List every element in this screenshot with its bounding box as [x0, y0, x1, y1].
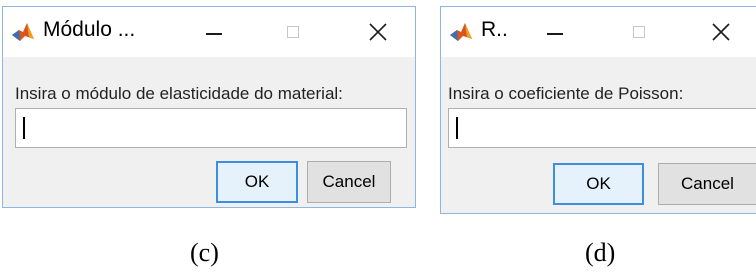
text-caret — [456, 117, 458, 139]
minimize-icon[interactable] — [541, 7, 571, 57]
title-bar[interactable]: R.. — [441, 7, 756, 57]
close-icon[interactable] — [368, 7, 388, 57]
cancel-button[interactable]: Cancel — [307, 161, 391, 203]
figure-caption-d: (d) — [585, 238, 616, 267]
matlab-icon — [11, 20, 35, 44]
window-title: R.. — [481, 18, 508, 41]
prompt-label: Insira o coeficiente de Poisson: — [448, 84, 684, 103]
ok-button[interactable]: OK — [553, 163, 644, 205]
title-bar[interactable]: Módulo ... — [3, 7, 415, 57]
text-caret — [23, 117, 25, 139]
input-dialog-poisson-ratio: R.. Insira o coeficiente de Poisson: OK … — [440, 6, 756, 214]
maximize-icon[interactable] — [283, 7, 303, 57]
maximize-icon[interactable] — [629, 7, 649, 57]
minimize-icon[interactable] — [199, 7, 229, 57]
poisson-input[interactable] — [448, 108, 756, 148]
modulus-input[interactable] — [15, 108, 407, 148]
window-title: Módulo ... — [43, 18, 136, 41]
matlab-icon — [449, 20, 473, 44]
prompt-label: Insira o módulo de elasticidade do mater… — [15, 84, 343, 103]
ok-button[interactable]: OK — [216, 161, 298, 203]
figure-caption-c: (c) — [190, 238, 219, 267]
cancel-button[interactable]: Cancel — [658, 163, 756, 205]
close-icon[interactable] — [711, 7, 731, 57]
input-dialog-elastic-modulus: Módulo ... Insira o módulo de elasticida… — [2, 6, 416, 208]
